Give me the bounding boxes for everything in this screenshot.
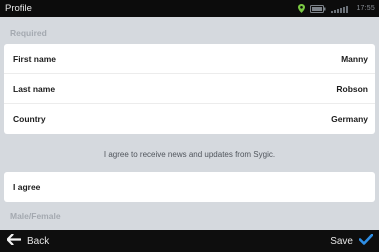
required-fields-card: First name Manny Last name Robson Countr… [4, 44, 375, 134]
first-name-row[interactable]: First name Manny [4, 44, 375, 74]
profile-screen: Profile 17:55 Required First name Manny … [0, 0, 379, 252]
last-name-row[interactable]: Last name Robson [4, 74, 375, 104]
back-arrow-icon [6, 233, 22, 248]
country-value: Germany [331, 114, 368, 124]
first-name-value: Manny [341, 53, 368, 64]
section-header-required: Required [10, 28, 47, 38]
status-icons: 17:55 [298, 4, 375, 13]
clock: 17:55 [356, 5, 375, 12]
country-row[interactable]: Country Germany [4, 104, 375, 134]
i-agree-label: I agree [13, 182, 41, 192]
news-consent-text: I agree to receive news and updates from… [103, 150, 276, 159]
last-name-label: Last name [13, 83, 56, 94]
gps-icon [298, 4, 306, 13]
i-agree-row[interactable]: I agree [4, 172, 375, 202]
back-label: Back [27, 235, 50, 247]
consent-card: I agree [4, 172, 375, 202]
screen-title: Profile [5, 3, 32, 14]
bottom-bar: Back Save [0, 230, 379, 252]
first-name-label: First name [13, 53, 56, 64]
save-button[interactable]: Save [330, 233, 374, 248]
last-name-value: Robson [336, 83, 368, 94]
country-label: Country [13, 114, 46, 124]
section-header-male-female: Male/Female [10, 211, 61, 221]
back-button[interactable]: Back [6, 233, 50, 248]
checkmark-icon [358, 233, 374, 248]
status-bar: Profile 17:55 [0, 0, 379, 17]
battery-icon [310, 4, 326, 13]
signal-icon [331, 5, 351, 13]
save-label: Save [330, 235, 353, 247]
